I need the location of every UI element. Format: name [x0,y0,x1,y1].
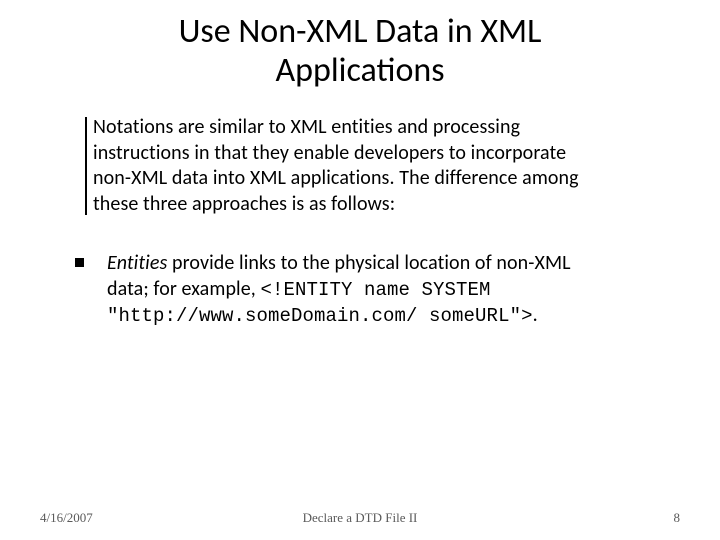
footer-page: 8 [674,510,681,526]
paragraph-2: Entities provide links to the physical l… [107,251,590,328]
vertical-bar-icon [85,117,87,215]
title-line-1: Use Non-XML Data in XML [179,11,542,52]
title-line-2: Applications [275,50,444,91]
bullet-square-icon [75,258,84,267]
slide: Use Non-XML Data in XML Applications Not… [0,0,720,540]
para2-tail: . [533,303,538,327]
paragraph-1-wrap: Notations are similar to XML entities an… [85,115,590,217]
body-block: Notations are similar to XML entities an… [85,115,590,328]
paragraph-2-wrap: Entities provide links to the physical l… [85,251,590,328]
entities-lead: Entities [107,251,167,275]
paragraph-1: Notations are similar to XML entities an… [93,115,590,217]
slide-title: Use Non-XML Data in XML Applications [0,12,720,90]
footer-center: Declare a DTD File II [0,510,720,526]
